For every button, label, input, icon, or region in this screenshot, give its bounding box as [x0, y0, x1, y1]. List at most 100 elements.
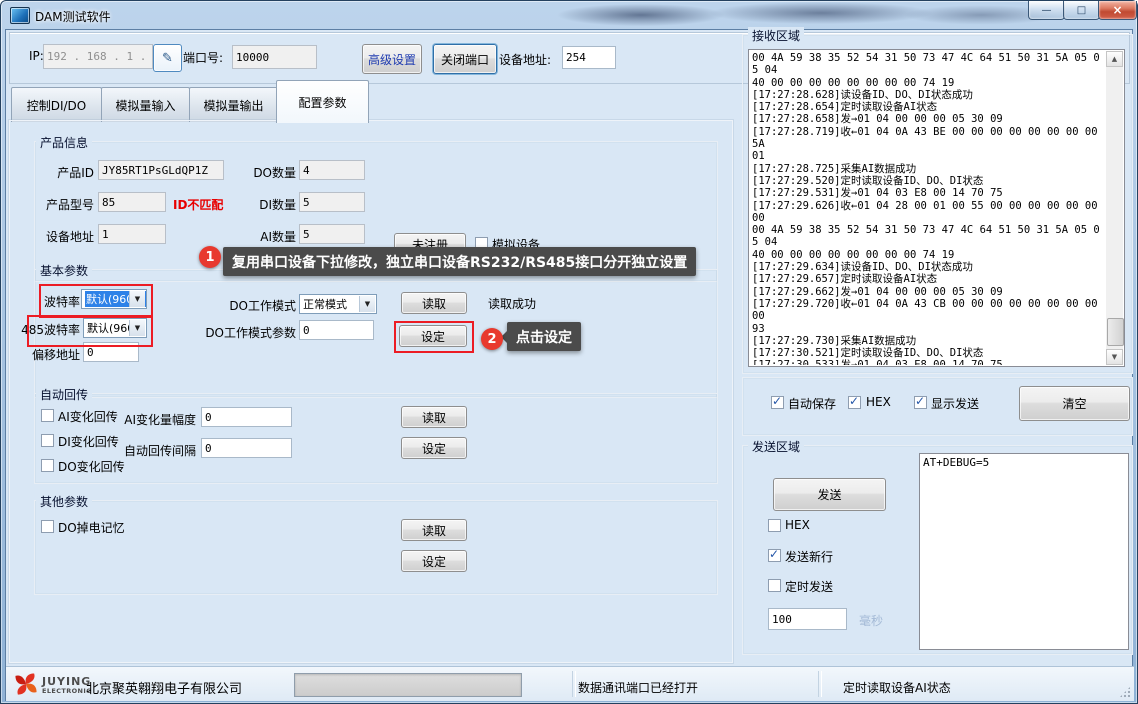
- chevron-down-icon: ▼: [129, 291, 145, 307]
- callout-2-badge: 2: [481, 328, 503, 350]
- receive-hex-checkbox[interactable]: [848, 396, 861, 409]
- auto-report-group: [34, 393, 718, 484]
- chevron-down-icon: ▼: [359, 296, 375, 312]
- ai-report-checkbox[interactable]: [41, 409, 54, 422]
- id-mismatch-label: ID不匹配: [173, 196, 223, 213]
- title-bar[interactable]: DAM测试软件 — □ ×: [1, 1, 1137, 29]
- resize-grip-icon[interactable]: [1119, 686, 1131, 698]
- app-icon: [10, 7, 30, 24]
- di-count-label: DI数量: [236, 196, 296, 213]
- do-mode-param-input[interactable]: [299, 320, 374, 340]
- basic-set-button[interactable]: 设定: [399, 325, 467, 347]
- callout-1-tooltip: 复用串口设备下拉修改，独立串口设备RS232/RS485接口分开独立设置: [223, 247, 696, 276]
- product-id-input[interactable]: [98, 160, 224, 180]
- device-addr2-label: 设备地址: [26, 228, 94, 245]
- do-count-input[interactable]: [299, 160, 365, 180]
- do-mode-dropdown[interactable]: 正常模式 ▼: [299, 294, 377, 314]
- model-input[interactable]: [98, 192, 166, 212]
- do-count-label: DO数量: [236, 164, 296, 181]
- tab-control-dido[interactable]: 控制DI/DO: [11, 87, 102, 122]
- di-count-input[interactable]: [299, 192, 365, 212]
- milliseconds-label: 毫秒: [859, 612, 883, 629]
- port-input[interactable]: [232, 45, 317, 69]
- send-hex-checkbox[interactable]: [768, 519, 781, 532]
- auto-read-button[interactable]: 读取: [401, 406, 467, 428]
- callout-1-badge: 1: [199, 246, 221, 268]
- port-open-status: 数据通讯端口已经打开: [578, 679, 698, 696]
- timed-send-label: 定时发送: [785, 578, 833, 595]
- ai-count-input[interactable]: [299, 224, 365, 244]
- send-hex-label: HEX: [785, 518, 810, 532]
- tab-analog-output[interactable]: 模拟量输出: [189, 87, 278, 122]
- product-id-label: 产品ID: [26, 164, 94, 181]
- app-window: DAM测试软件 — □ × IP: ✎ 端口号: 高级设置 关闭端口 设备地址:…: [0, 0, 1138, 704]
- tab-config-params[interactable]: 配置参数: [276, 80, 369, 123]
- do-mode-value: 正常模式: [303, 296, 347, 312]
- screenshot-stage: DAM测试软件 — □ × IP: ✎ 端口号: 高级设置 关闭端口 设备地址:…: [0, 0, 1138, 704]
- di-report-checkbox[interactable]: [41, 434, 54, 447]
- other-read-button[interactable]: 读取: [401, 519, 467, 541]
- autosave-checkbox[interactable]: [771, 396, 784, 409]
- ai-amp-label: AI变化量幅度: [106, 411, 196, 428]
- baud485-label: 485波特率: [20, 321, 80, 338]
- scroll-down-icon[interactable]: ▼: [1106, 349, 1123, 365]
- pencil-icon: ✎: [162, 51, 173, 66]
- chevron-down-icon: ▼: [129, 320, 145, 336]
- send-newline-checkbox[interactable]: [768, 549, 781, 562]
- maximize-button[interactable]: □: [1063, 1, 1100, 20]
- edit-ip-button[interactable]: ✎: [153, 44, 182, 72]
- offset-label: 偏移地址: [22, 346, 80, 363]
- company-name: 北京聚英翱翔电子有限公司: [86, 678, 242, 697]
- advanced-settings-button[interactable]: 高级设置: [362, 44, 422, 74]
- device-addr2-input[interactable]: [98, 224, 166, 244]
- logo-text-electronic: ELECTRONIC: [42, 687, 91, 695]
- offset-input[interactable]: [83, 342, 139, 362]
- do-report-checkbox[interactable]: [41, 459, 54, 472]
- minimize-button[interactable]: —: [1028, 1, 1065, 20]
- send-text-area[interactable]: AT+DEBUG=5: [919, 453, 1129, 650]
- report-interval-label: 自动回传间隔: [106, 442, 196, 459]
- do-mode-label: DO工作模式: [206, 297, 296, 314]
- send-newline-label: 发送新行: [785, 548, 833, 565]
- ip-input[interactable]: [43, 44, 153, 69]
- do-mode-param-label: DO工作模式参数: [201, 324, 296, 341]
- close-button[interactable]: ×: [1098, 1, 1137, 20]
- report-interval-input[interactable]: [201, 438, 292, 458]
- other-set-button[interactable]: 设定: [401, 550, 467, 572]
- window-title: DAM测试软件: [35, 8, 111, 25]
- receive-hex-label: HEX: [866, 395, 891, 409]
- baud485-dropdown[interactable]: 默认(9600: ▼: [83, 318, 147, 338]
- ai-amp-input[interactable]: [201, 407, 292, 427]
- statusbar-divider: [572, 671, 576, 697]
- ai-poll-status: 定时读取设备AI状态: [843, 679, 951, 696]
- scrollbar-thumb[interactable]: [1107, 318, 1124, 346]
- basic-params-title: 基本参数: [36, 262, 92, 279]
- do-memory-checkbox[interactable]: [41, 520, 54, 533]
- auto-report-title: 自动回传: [36, 386, 92, 403]
- baud-dropdown[interactable]: 默认(9600) ▼: [81, 289, 147, 309]
- show-send-label: 显示发送: [931, 395, 979, 412]
- receive-log-box[interactable]: 00 4A 59 38 35 52 54 31 50 73 47 4C 64 5…: [748, 49, 1125, 367]
- timed-send-checkbox[interactable]: [768, 579, 781, 592]
- show-send-checkbox[interactable]: [914, 396, 927, 409]
- clear-button[interactable]: 清空: [1019, 386, 1130, 421]
- callout-2-tooltip: 点击设定: [507, 322, 581, 351]
- baud-label: 波特率: [22, 293, 80, 310]
- model-label: 产品型号: [26, 196, 94, 213]
- send-button[interactable]: 发送: [773, 478, 886, 511]
- receive-area-title: 接收区域: [748, 27, 804, 44]
- juying-logo-icon: [13, 671, 39, 697]
- send-interval-input[interactable]: [768, 608, 847, 630]
- close-port-button[interactable]: 关闭端口: [433, 44, 497, 74]
- ai-count-label: AI数量: [236, 228, 296, 245]
- read-status-label: 读取成功: [488, 295, 536, 312]
- device-addr-input[interactable]: [562, 46, 616, 69]
- auto-set-button[interactable]: 设定: [401, 437, 467, 459]
- send-area-title: 发送区域: [748, 438, 804, 455]
- scroll-up-icon[interactable]: ▲: [1106, 51, 1123, 67]
- do-report-label: DO变化回传: [58, 458, 125, 475]
- basic-read-button[interactable]: 读取: [401, 292, 467, 314]
- tab-analog-input[interactable]: 模拟量输入: [101, 87, 190, 122]
- other-params-group: [34, 500, 718, 595]
- receive-scrollbar[interactable]: ▲ ▼: [1106, 51, 1123, 365]
